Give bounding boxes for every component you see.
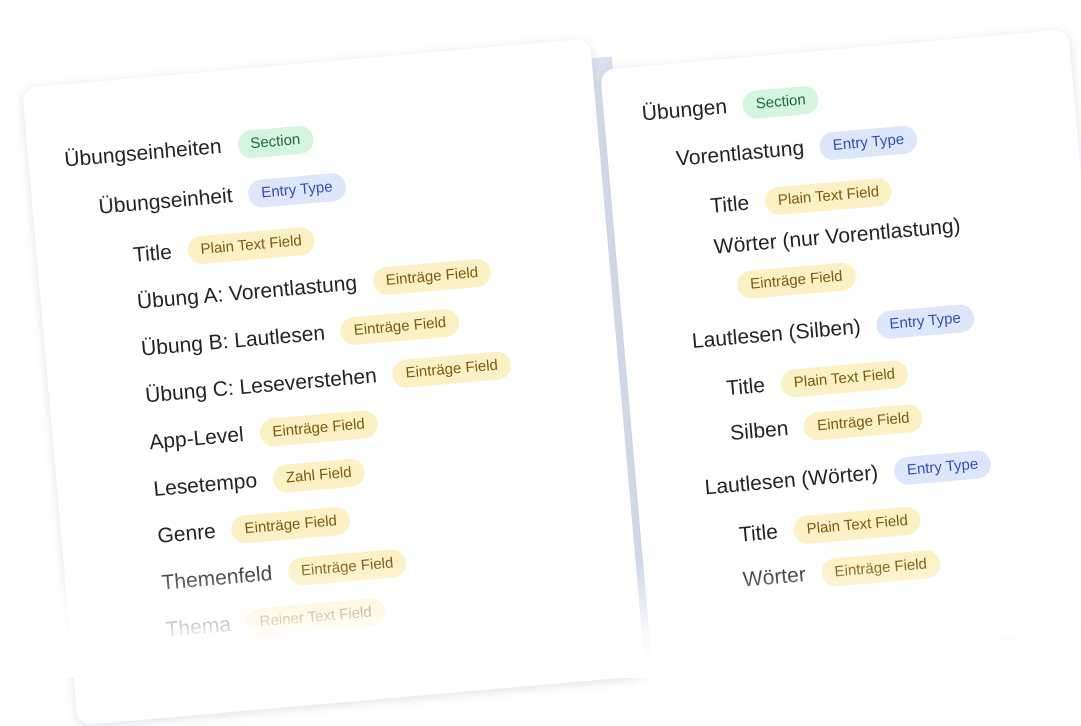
field-row: Wörter (nur Vorentlastung) xyxy=(713,214,962,259)
entry-type-label: Vorentlastung xyxy=(675,136,806,171)
section-label: Übungseinheiten xyxy=(63,134,223,172)
field-row: Silben Einträge Field xyxy=(729,403,924,448)
field-label: Übung C: Leseverstehen xyxy=(144,364,378,408)
field-badge: Einträge Field xyxy=(803,403,924,442)
field-badge: Einträge Field xyxy=(286,548,408,587)
field-row: Wörter Einträge Field xyxy=(741,549,942,594)
field-label: Übung A: Vorentlastung xyxy=(136,271,358,314)
entry-type-badge: Entry Type xyxy=(892,449,993,486)
right-card: Übungen Section Vorentlastung Entry Type… xyxy=(600,29,1081,668)
field-label: Themenfeld xyxy=(160,562,274,595)
field-badge: Zahl Field xyxy=(271,457,366,494)
field-label: Thema xyxy=(164,612,232,642)
field-row: Title Plain Text Field xyxy=(725,359,910,403)
field-row: Thema Reiner Text Field xyxy=(165,597,386,644)
field-label: Übung B: Lautlesen xyxy=(140,321,326,361)
field-badge: Einträge Field xyxy=(371,257,493,297)
field-badge: Plain Text Field xyxy=(779,359,910,399)
field-badge: Einträge Field xyxy=(230,506,352,545)
entry-type-label: Lautlesen (Wörter) xyxy=(703,461,880,500)
field-row: Themenfeld Einträge Field xyxy=(161,548,408,597)
field-label: Title xyxy=(738,520,779,547)
section-badge: Section xyxy=(741,85,820,120)
entry-type-badge: Entry Type xyxy=(818,124,919,162)
section-row: Übungseinheiten Section xyxy=(63,124,315,175)
field-label: Lesetempo xyxy=(152,469,259,502)
field-row: Title Plain Text Field xyxy=(132,226,316,270)
field-badge: Plain Text Field xyxy=(763,177,894,217)
entry-type-row: Vorentlastung Entry Type xyxy=(675,124,919,174)
entry-type-row: Lautlesen (Wörter) Entry Type xyxy=(704,449,993,502)
field-row: Title Plain Text Field xyxy=(709,177,894,221)
field-label: Title xyxy=(132,240,173,267)
field-label: App-Level xyxy=(148,423,245,455)
field-badge: Plain Text Field xyxy=(186,226,316,266)
field-row: App-Level Einträge Field xyxy=(148,409,379,457)
section-label: Übungen xyxy=(640,95,728,126)
section-row: Übungen Section xyxy=(641,85,820,128)
section-badge: Section xyxy=(236,124,315,160)
left-card: Übungseinheiten Section Übungseinheit En… xyxy=(22,38,646,726)
field-row: Übung B: Lautlesen Einträge Field xyxy=(140,307,461,364)
field-row: Genre Einträge Field xyxy=(156,506,352,551)
field-label: Title xyxy=(709,191,751,218)
field-label: Wörter (nur Vorentlastung) xyxy=(712,214,962,259)
field-badge: Plain Text Field xyxy=(792,505,922,545)
entry-type-row: Übungseinheit Entry Type xyxy=(98,172,347,221)
field-label: Genre xyxy=(156,519,217,548)
field-row: Lesetempo Zahl Field xyxy=(152,457,366,504)
entry-type-badge: Entry Type xyxy=(247,172,347,209)
field-row: Übung C: Leseverstehen Einträge Field xyxy=(144,350,513,411)
field-label: Wörter xyxy=(741,563,807,592)
field-row: Title Plain Text Field xyxy=(738,505,922,550)
field-badge: Einträge Field xyxy=(820,549,942,588)
field-badge: Reiner Text Field xyxy=(245,597,386,638)
field-row: Übung A: Vorentlastung Einträge Field xyxy=(136,257,493,317)
field-badge: Einträge Field xyxy=(339,307,461,347)
entry-type-row: Lautlesen (Silben) Entry Type xyxy=(691,303,975,356)
field-label: Silben xyxy=(729,416,790,445)
field-badge: Einträge Field xyxy=(258,409,379,448)
entry-type-badge: Entry Type xyxy=(875,303,975,340)
field-badge: Einträge Field xyxy=(736,261,857,300)
field-badge: Einträge Field xyxy=(391,350,513,389)
field-row: Einträge Field xyxy=(736,261,857,300)
field-label: Title xyxy=(725,373,767,401)
entry-type-label: Lautlesen (Silben) xyxy=(691,315,862,353)
entry-type-label: Übungseinheit xyxy=(97,184,234,219)
